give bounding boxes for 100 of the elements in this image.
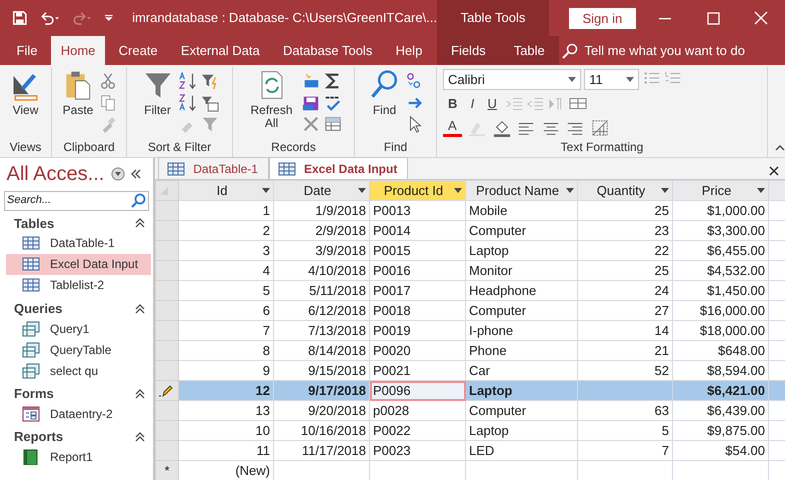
collapse-group-icon[interactable]: [135, 432, 145, 442]
table-cell: $4,532.00: [672, 260, 768, 280]
ribbon-tab[interactable]: Home: [50, 36, 106, 65]
dropdown-caret-icon[interactable]: [757, 188, 765, 193]
table-cell: 2: [178, 220, 274, 240]
close-icon[interactable]: [768, 166, 778, 176]
navigation-item[interactable]: Tablelist-2: [6, 274, 151, 296]
query-icon: [22, 362, 40, 378]
sort-descending-icon[interactable]: [178, 94, 196, 112]
column-header[interactable]: Product Id: [370, 180, 466, 200]
table-cell: 21: [578, 340, 672, 360]
pencil-icon: [159, 384, 173, 398]
table-cell: 25: [578, 260, 672, 280]
sign-in-button[interactable]: Sign in: [568, 8, 636, 28]
table-cell: 5: [578, 420, 672, 440]
advanced-filter-icon[interactable]: [200, 94, 218, 112]
ribbon-tab[interactable]: Help: [386, 36, 432, 65]
dropdown-circle-icon[interactable]: [110, 167, 125, 182]
table-cell: P0020: [370, 340, 466, 360]
dropdown-caret-icon[interactable]: [454, 188, 462, 193]
group-header[interactable]: Tables: [14, 214, 54, 233]
collapse-ribbon-icon[interactable]: [774, 144, 784, 150]
table-icon: [278, 162, 296, 176]
table-cell: 14: [578, 320, 672, 340]
column-header[interactable]: Product Name: [466, 180, 578, 200]
document-tab[interactable]: Excel Data Input: [268, 157, 408, 179]
customize-caret-icon[interactable]: [105, 14, 113, 22]
document-tab[interactable]: DataTable-1: [158, 157, 269, 179]
group-header[interactable]: Forms: [14, 384, 54, 404]
table-cell: $6,439.00: [672, 400, 768, 420]
table-cell: Monitor: [466, 260, 578, 280]
sum-icon[interactable]: [324, 72, 342, 90]
floppy-icon[interactable]: [302, 94, 320, 112]
table-cell: P0017: [370, 280, 466, 300]
toggle-filter-icon[interactable]: [200, 114, 218, 133]
navigation-item[interactable]: Query1: [6, 318, 151, 339]
group-header[interactable]: Queries: [14, 298, 62, 318]
dropdown-caret-icon[interactable]: [358, 188, 366, 193]
navigation-item[interactable]: QueryTable: [6, 339, 151, 360]
sort-ascending-icon[interactable]: [178, 72, 196, 90]
navigation-item[interactable]: Report1: [6, 446, 151, 468]
fill-color-icon[interactable]: [492, 118, 511, 136]
ribbon-tab[interactable]: Database Tools: [272, 36, 382, 65]
selection-filter-icon[interactable]: [200, 72, 218, 90]
group-label: Text Formatting: [560, 139, 644, 156]
ribbon-button[interactable]: Paste: [60, 69, 96, 137]
navigation-item[interactable]: DataTable-1: [6, 232, 151, 254]
dropdown-caret-icon[interactable]: [262, 188, 270, 193]
ribbon-button[interactable]: Filter: [140, 69, 174, 137]
save-icon[interactable]: [13, 9, 27, 27]
table-cell: Computer: [466, 400, 578, 420]
collapse-group-icon[interactable]: [135, 218, 145, 228]
alternate-fill-icon[interactable]: [590, 118, 609, 136]
style-button[interactable]: B: [443, 94, 462, 114]
ribbon-tab[interactable]: External Data: [170, 36, 270, 65]
row-selector[interactable]: [156, 380, 178, 400]
table-cell: $16,000.00: [672, 300, 768, 320]
style-button[interactable]: U: [482, 94, 502, 114]
ribbon-button[interactable]: Find: [368, 69, 402, 137]
column-header[interactable]: Date: [274, 180, 370, 200]
table-cell: I-phone: [466, 320, 578, 340]
collapse-group-icon[interactable]: [135, 304, 145, 314]
table-cell: Laptop: [466, 240, 578, 260]
table-cell: $1,000.00: [672, 200, 768, 220]
ribbon-button[interactable]: Refresh All: [246, 69, 298, 137]
font-name-field[interactable]: Calibri: [443, 69, 581, 90]
font-size-field[interactable]: 11: [584, 69, 640, 90]
edit-cell[interactable]: P0096: [370, 380, 466, 400]
font-color-button[interactable]: A: [443, 118, 462, 137]
query-icon: [22, 342, 40, 358]
group-header[interactable]: Reports: [14, 427, 64, 447]
column-header[interactable]: Price: [672, 180, 768, 200]
collapse-group-icon[interactable]: [135, 388, 145, 399]
column-header[interactable]: Quantity: [578, 180, 672, 200]
spelling-icon[interactable]: [324, 94, 342, 112]
grid-icon[interactable]: [324, 114, 342, 133]
table-cell: Phone: [466, 340, 578, 360]
ribbon-tab[interactable]: Create: [108, 36, 168, 65]
dropdown-caret-icon[interactable]: [566, 188, 574, 193]
navigation-item[interactable]: Dataentry-2: [6, 403, 151, 424]
column-header[interactable]: Id: [178, 180, 274, 200]
new-record-icon[interactable]: [302, 72, 320, 90]
collapse-pane-icon[interactable]: [131, 169, 142, 180]
scissors-icon[interactable]: [99, 72, 118, 90]
query-icon: [22, 320, 40, 336]
table-cell: $648.00: [672, 340, 768, 360]
table-cell: 10: [178, 420, 274, 440]
dropdown-caret-icon[interactable]: [661, 188, 669, 193]
ribbon-tab[interactable]: File: [6, 36, 48, 65]
navigation-item[interactable]: select qu: [6, 360, 151, 381]
copy-icon[interactable]: [99, 94, 118, 112]
table-cell: 12: [178, 380, 274, 400]
table-cell: $18,000.00: [672, 320, 768, 340]
navigation-item[interactable]: Excel Data Input: [6, 254, 151, 275]
style-button[interactable]: I: [466, 94, 480, 114]
dropdown-caret-icon[interactable]: [626, 77, 634, 82]
dropdown-caret-icon[interactable]: [568, 77, 576, 82]
group-label: Records: [270, 139, 317, 156]
table-cell: 1: [178, 200, 274, 220]
ribbon-button[interactable]: View: [8, 69, 42, 137]
